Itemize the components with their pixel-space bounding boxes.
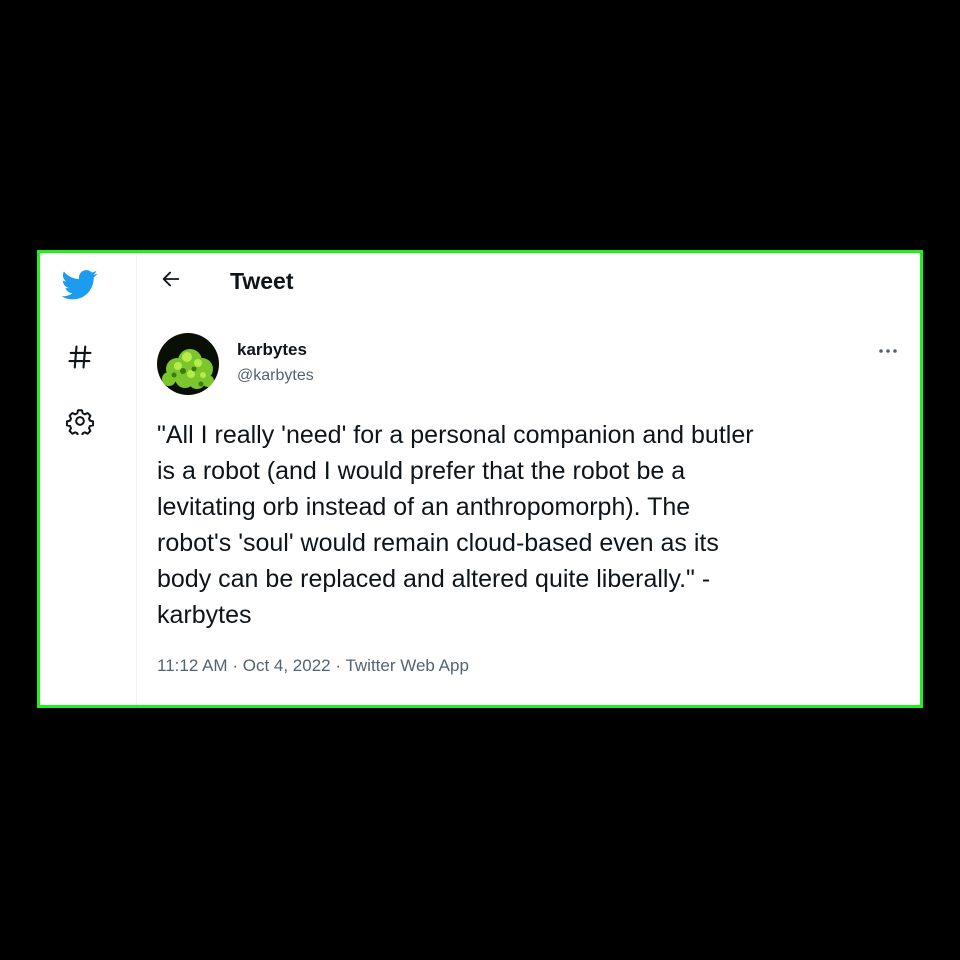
- tweet-text: "All I really 'need' for a personal comp…: [157, 421, 754, 629]
- twitter-bird-icon[interactable]: [62, 267, 98, 303]
- meta-separator: ·: [232, 656, 238, 675]
- tweet-screenshot-frame: Tweet karbytes @karbytes "All I really '…: [37, 250, 923, 708]
- gear-icon[interactable]: [62, 403, 98, 439]
- meta-separator: ·: [335, 656, 342, 675]
- avatar[interactable]: [157, 333, 219, 395]
- tweet-time[interactable]: 11:12 AM: [157, 656, 228, 675]
- author-handle[interactable]: @karbytes: [237, 367, 314, 385]
- more-options-button[interactable]: [874, 339, 902, 361]
- back-arrow-icon: [160, 268, 182, 295]
- more-icon: [878, 341, 898, 359]
- author-display-name[interactable]: karbytes: [237, 340, 307, 360]
- tweet-detail-panel: Tweet karbytes @karbytes "All I really '…: [137, 253, 920, 705]
- tweet-metadata: 11:12 AM · Oct 4, 2022 · Twitter Web App: [157, 656, 469, 676]
- back-button[interactable]: [157, 267, 185, 295]
- sidebar: [40, 253, 137, 705]
- tweet-header: Tweet: [137, 253, 920, 315]
- tweet-date[interactable]: Oct 4, 2022: [243, 656, 331, 675]
- hashtag-icon[interactable]: [62, 339, 98, 375]
- page-title: Tweet: [230, 268, 294, 294]
- tweet-source[interactable]: Twitter Web App: [345, 656, 468, 675]
